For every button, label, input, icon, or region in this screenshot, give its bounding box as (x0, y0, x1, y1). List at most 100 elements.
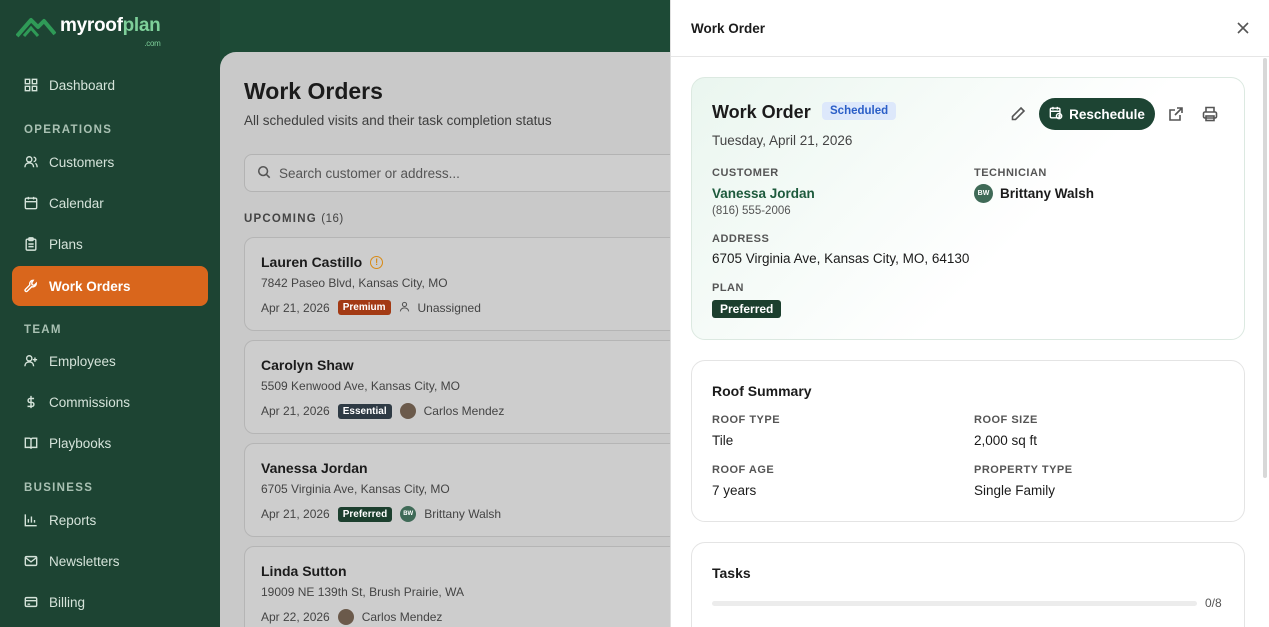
wrench-icon (24, 279, 38, 293)
edit-icon[interactable] (1010, 106, 1028, 124)
customer-label: CUSTOMER (712, 167, 779, 179)
work-order-card[interactable]: Carolyn Shaw 5509 Kenwood Ave, Kansas Ci… (244, 340, 704, 434)
sidebar-item-employees[interactable]: Employees (12, 341, 208, 381)
roof-summary-title: Roof Summary (712, 383, 812, 399)
mail-icon (24, 554, 38, 568)
search-placeholder: Search customer or address... (279, 165, 460, 181)
tasks-card: Tasks 0/8 (691, 542, 1245, 627)
clipboard-icon (24, 237, 38, 251)
dollar-icon (24, 395, 38, 409)
avatar (337, 609, 354, 625)
section-business: BUSINESS (24, 482, 94, 494)
search-input[interactable]: Search customer or address... (244, 154, 704, 192)
close-icon[interactable] (1236, 21, 1250, 35)
work-order-card[interactable]: Lauren Castillo! 7842 Paseo Blvd, Kansas… (244, 237, 704, 331)
work-order-drawer: Work Order Work Order Scheduled Tuesday,… (670, 0, 1269, 627)
roof-summary-card: Roof Summary ROOF TYPE Tile ROOF SIZE 2,… (691, 360, 1245, 522)
sidebar-item-label: Employees (49, 353, 116, 369)
drawer-header: Work Order (671, 0, 1269, 57)
customer-name: Linda Sutton (261, 563, 347, 579)
sidebar-item-label: Work Orders (49, 278, 131, 294)
bar-chart-icon (24, 513, 38, 527)
users-icon (24, 155, 38, 169)
sidebar-item-label: Customers (49, 154, 115, 170)
sidebar-item-playbooks[interactable]: Playbooks (12, 423, 208, 463)
avatar (399, 403, 416, 419)
upcoming-heading: UPCOMING (16) (244, 213, 344, 225)
technician: BW Brittany Walsh (974, 184, 1094, 203)
sidebar-item-label: Reports (49, 512, 97, 528)
visit-date: Apr 22, 2026 (261, 610, 330, 624)
sidebar-item-label: Newsletters (49, 553, 120, 569)
customer-address: 19009 NE 139th St, Brush Prairie, WA (261, 585, 464, 599)
user-icon (399, 301, 410, 315)
assignee-name: Carlos Mendez (423, 404, 505, 418)
sidebar-item-plans[interactable]: Plans (12, 224, 208, 264)
sidebar-item-label: Billing (49, 594, 86, 610)
visit-date: Apr 21, 2026 (261, 300, 330, 315)
sidebar-item-label: Calendar (49, 195, 104, 211)
calendar-clock-icon (1049, 106, 1063, 123)
work-order-card[interactable]: Vanessa Jordan 6705 Virginia Ave, Kansas… (244, 443, 704, 537)
sidebar-item-customers[interactable]: Customers (12, 142, 208, 182)
avatar: BW (974, 184, 993, 203)
technician-name: Brittany Walsh (1000, 186, 1095, 201)
sidebar-item-commissions[interactable]: Commissions (12, 382, 208, 422)
brand-logo[interactable]: myroofplan .com (15, 14, 161, 48)
grid-icon (24, 78, 38, 92)
customer-name-link[interactable]: Vanessa Jordan (712, 186, 815, 201)
sidebar-item-reports[interactable]: Reports (12, 500, 208, 540)
sidebar-item-label: Plans (49, 236, 83, 252)
page-title: Work Orders (244, 78, 383, 104)
roof-size-label: ROOF SIZE (974, 414, 1038, 426)
assignee-name: Carlos Mendez (361, 610, 443, 624)
visit-date: Apr 21, 2026 (261, 507, 330, 521)
tasks-progress-bar (712, 601, 1197, 606)
scrollbar[interactable] (1263, 58, 1267, 478)
plan-badge: Essential (337, 403, 392, 419)
credit-card-icon (24, 595, 38, 609)
customer-address: 5509 Kenwood Ave, Kansas City, MO (261, 379, 461, 393)
property-type-value: Single Family (974, 483, 1056, 498)
house-logo-icon (15, 14, 57, 38)
sidebar-item-label: Playbooks (49, 435, 112, 451)
drawer-title: Work Order (691, 20, 766, 36)
page-subtitle: All scheduled visits and their task comp… (244, 113, 552, 128)
section-team: TEAM (24, 324, 62, 336)
sidebar-item-work-orders[interactable]: Work Orders (12, 266, 208, 306)
customer-address: 6705 Virginia Ave, Kansas City, MO (261, 482, 450, 496)
status-badge: Scheduled (822, 102, 897, 120)
work-order-summary-card: Work Order Scheduled Tuesday, April 21, … (691, 77, 1245, 340)
sidebar-item-billing[interactable]: Billing (12, 582, 208, 622)
property-type-label: PROPERTY TYPE (974, 464, 1073, 476)
tasks-title: Tasks (712, 565, 751, 581)
roof-type-value: Tile (712, 433, 734, 448)
plan-badge: Preferred (337, 506, 393, 522)
sidebar-item-newsletters[interactable]: Newsletters (12, 541, 208, 581)
print-icon[interactable] (1202, 106, 1220, 124)
address-value: 6705 Virginia Ave, Kansas City, MO, 6413… (712, 251, 970, 266)
reschedule-button[interactable]: Reschedule (1039, 98, 1155, 130)
sidebar-item-dashboard[interactable]: Dashboard (12, 65, 208, 105)
address-label: ADDRESS (712, 233, 770, 245)
plan-badge: Preferred (712, 300, 782, 318)
brand-name-part1: myroof (60, 15, 123, 36)
customer-name: Lauren Castillo (261, 254, 363, 270)
section-operations: OPERATIONS (24, 124, 113, 136)
work-order-title: Work Order (712, 102, 811, 122)
sidebar-item-label: Commissions (49, 394, 131, 410)
work-order-card[interactable]: Linda Sutton 19009 NE 139th St, Brush Pr… (244, 546, 704, 627)
avatar: BW (400, 506, 417, 522)
calendar-icon (24, 196, 38, 210)
user-plus-icon (24, 354, 38, 368)
sidebar-item-calendar[interactable]: Calendar (12, 183, 208, 223)
customer-name: Carolyn Shaw (261, 357, 354, 373)
customer-name: Vanessa Jordan (261, 460, 368, 476)
search-icon (257, 165, 271, 182)
assignee-name: Brittany Walsh (424, 507, 502, 521)
customer-address: 7842 Paseo Blvd, Kansas City, MO (261, 276, 448, 290)
external-link-icon[interactable] (1168, 106, 1186, 124)
technician-label: TECHNICIAN (974, 167, 1047, 179)
roof-size-value: 2,000 sq ft (974, 433, 1038, 448)
customer-phone: (816) 555-2006 (712, 205, 791, 217)
